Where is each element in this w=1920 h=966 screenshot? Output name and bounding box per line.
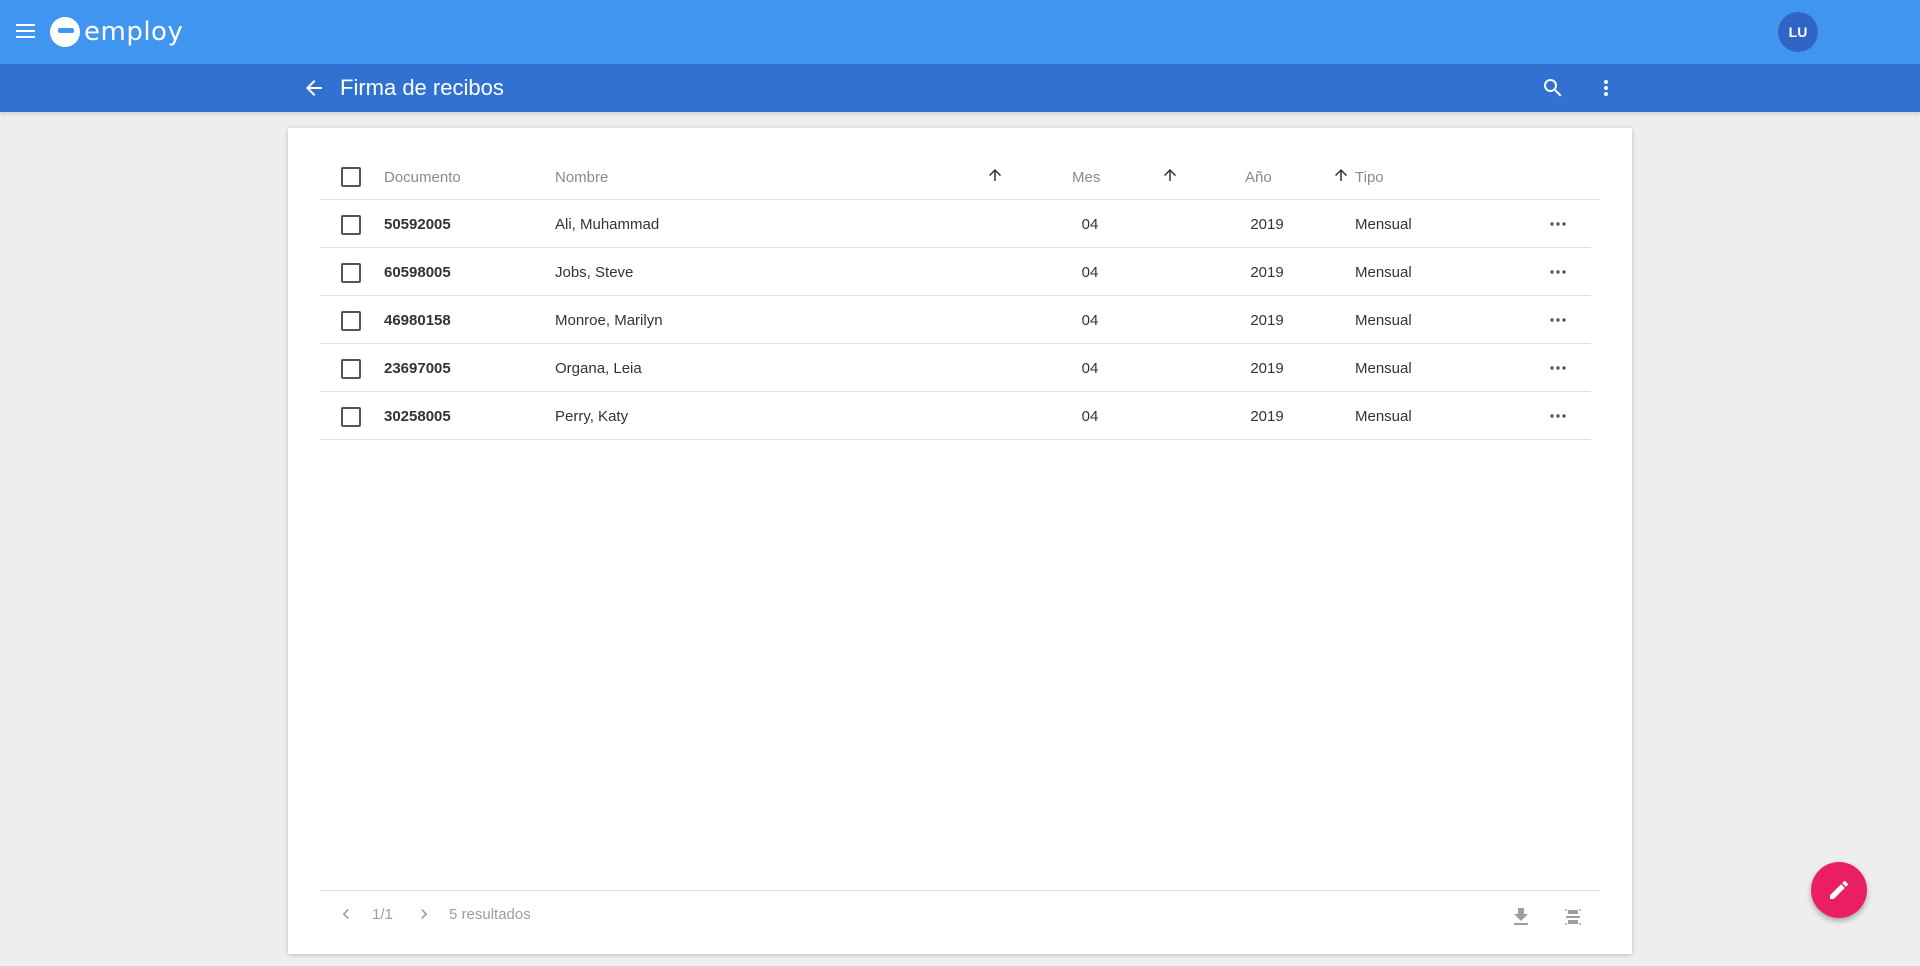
table-row[interactable]: 23697005 Organa, Leia 04 2019 Mensual <box>320 344 1591 392</box>
cell-mes: 04 <box>1081 312 1099 329</box>
cell-mes: 04 <box>1081 216 1099 233</box>
cell-tipo: Mensual <box>1355 360 1412 377</box>
cell-documento: 50592005 <box>384 216 451 233</box>
cell-tipo: Mensual <box>1355 408 1412 425</box>
sort-nombre-arrow-upward-icon[interactable] <box>986 166 1004 184</box>
cell-tipo: Mensual <box>1355 264 1412 281</box>
table-row[interactable]: 30258005 Perry, Katy 04 2019 Mensual <box>320 392 1591 440</box>
table-row[interactable]: 50592005 Ali, Muhammad 04 2019 Mensual <box>320 200 1591 248</box>
row-checkbox[interactable] <box>341 311 361 331</box>
table-header: Documento Nombre Mes Año Tipo <box>320 152 1600 200</box>
sort-mes-arrow-upward-icon[interactable] <box>1161 166 1179 184</box>
more-horiz-icon[interactable] <box>1546 308 1570 332</box>
column-header-ano[interactable]: Año <box>1245 169 1272 186</box>
cell-nombre: Ali, Muhammad <box>555 216 660 233</box>
results-count: 5 resultados <box>449 906 531 923</box>
row-checkbox[interactable] <box>341 263 361 283</box>
column-header-nombre[interactable]: Nombre <box>555 169 608 186</box>
cell-nombre: Monroe, Marilyn <box>555 312 663 329</box>
employ-logo[interactable]: employ <box>50 14 183 50</box>
table-row[interactable]: 46980158 Monroe, Marilyn 04 2019 Mensual <box>320 296 1591 344</box>
cell-nombre: Jobs, Steve <box>555 264 634 281</box>
chevron-right-icon[interactable] <box>414 904 434 924</box>
cell-nombre: Perry, Katy <box>555 408 629 425</box>
more-horiz-icon[interactable] <box>1546 356 1570 380</box>
arrow-back-icon[interactable] <box>302 76 326 100</box>
logo-mark <box>50 17 80 47</box>
menu-icon[interactable] <box>14 20 38 44</box>
cell-tipo: Mensual <box>1355 312 1412 329</box>
cell-ano: 2019 <box>1250 216 1284 233</box>
download-icon[interactable] <box>1509 905 1533 929</box>
user-avatar[interactable]: LU <box>1778 12 1818 52</box>
column-header-tipo[interactable]: Tipo <box>1355 169 1384 186</box>
cell-ano: 2019 <box>1250 312 1284 329</box>
cell-mes: 04 <box>1081 264 1099 281</box>
cell-nombre: Organa, Leia <box>555 360 642 377</box>
cell-mes: 04 <box>1081 408 1099 425</box>
cell-documento: 23697005 <box>384 360 451 377</box>
column-header-mes[interactable]: Mes <box>1072 169 1100 186</box>
split-icon[interactable] <box>1561 905 1585 929</box>
edit-icon <box>1830 880 1849 899</box>
cell-tipo: Mensual <box>1355 216 1412 233</box>
page-indicator: 1/1 <box>372 906 393 923</box>
receipts-card: Documento Nombre Mes Año Tipo 50592005 A… <box>288 128 1632 954</box>
cell-mes: 04 <box>1081 360 1099 377</box>
app-bar: employ LU <box>0 0 1920 64</box>
more-vert-icon[interactable] <box>1594 76 1618 100</box>
search-icon[interactable] <box>1541 76 1565 100</box>
chevron-left-icon[interactable] <box>336 904 356 924</box>
more-horiz-icon[interactable] <box>1546 212 1570 236</box>
cell-ano: 2019 <box>1250 264 1284 281</box>
cell-ano: 2019 <box>1250 360 1284 377</box>
more-horiz-icon[interactable] <box>1546 260 1570 284</box>
cell-documento: 46980158 <box>384 312 451 329</box>
edit-fab[interactable] <box>1811 862 1867 918</box>
sort-ano-arrow-upward-icon[interactable] <box>1332 166 1350 184</box>
logo-text: employ <box>84 17 184 47</box>
cell-ano: 2019 <box>1250 408 1284 425</box>
cell-documento: 60598005 <box>384 264 451 281</box>
cell-documento: 30258005 <box>384 408 451 425</box>
column-header-documento[interactable]: Documento <box>384 169 461 186</box>
row-checkbox[interactable] <box>341 407 361 427</box>
page-header: Firma de recibos <box>0 64 1920 112</box>
page-title: Firma de recibos <box>340 75 504 100</box>
row-checkbox[interactable] <box>341 359 361 379</box>
table-row[interactable]: 60598005 Jobs, Steve 04 2019 Mensual <box>320 248 1591 296</box>
pagination-bar: 1/1 5 resultados <box>320 890 1600 946</box>
select-all-checkbox[interactable] <box>341 167 361 187</box>
row-checkbox[interactable] <box>341 215 361 235</box>
more-horiz-icon[interactable] <box>1546 404 1570 428</box>
